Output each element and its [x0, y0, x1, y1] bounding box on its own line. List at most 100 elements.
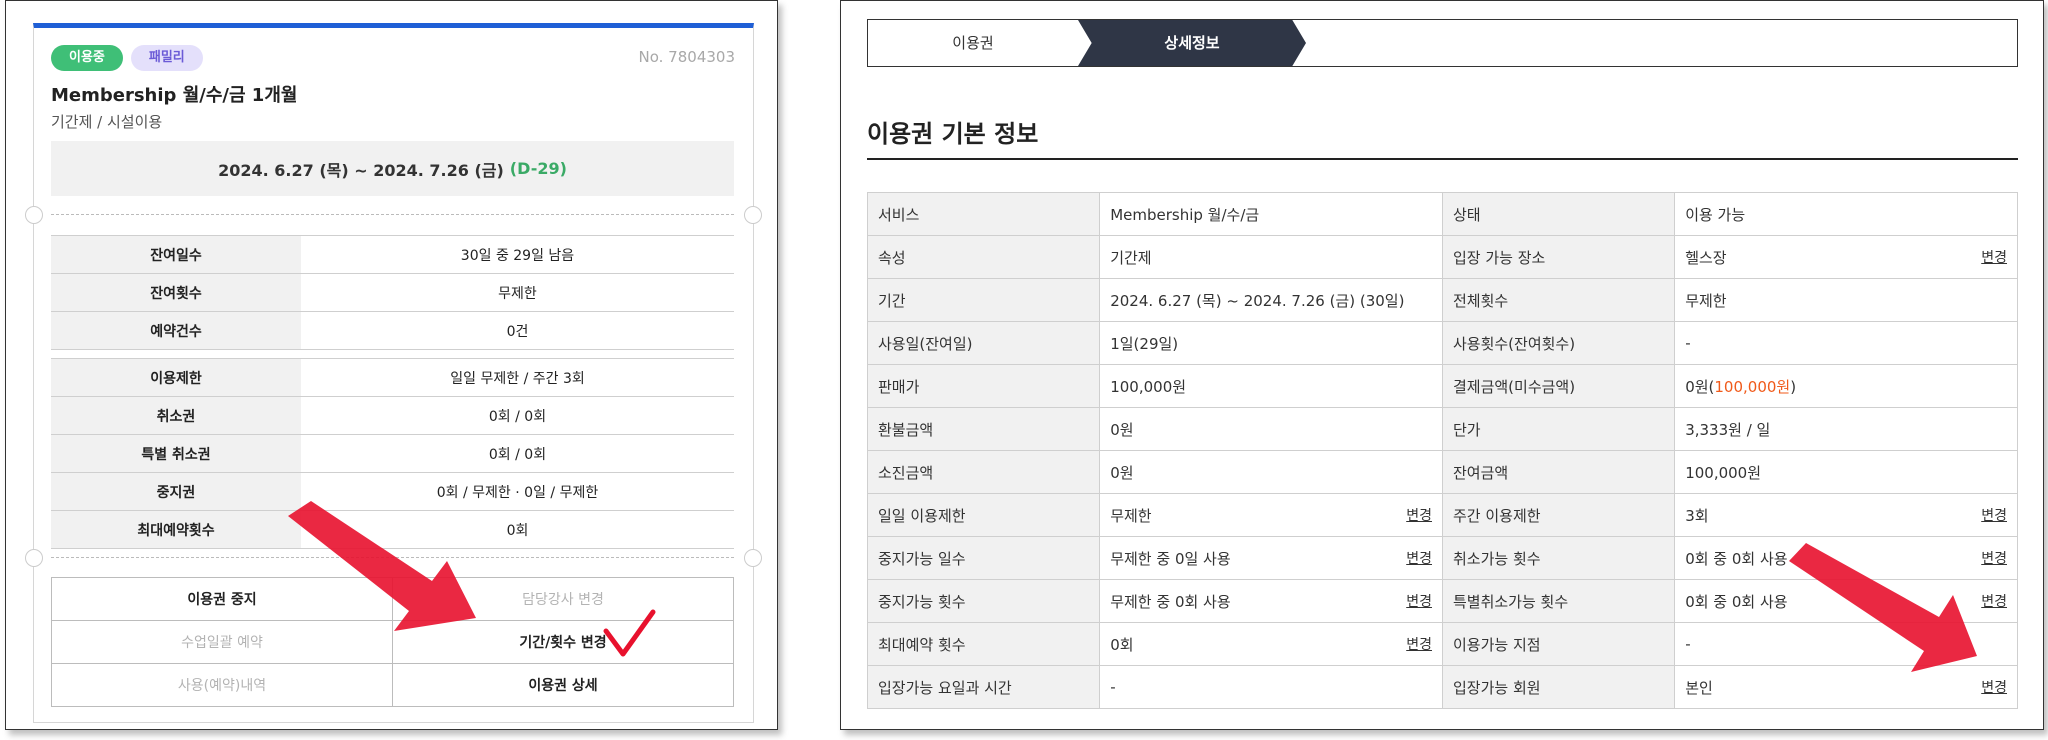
status-value: 이용 가능	[1674, 192, 2018, 236]
row-value: 헬스장	[1685, 248, 1727, 267]
row-label: 판매가	[866, 364, 1101, 408]
row-value: -	[1674, 321, 2018, 365]
row-value: 0회 중 0회 사용	[1685, 592, 1788, 611]
row-value: 0원	[1099, 407, 1443, 451]
row-label: 사용일(잔여일)	[866, 321, 1101, 365]
detail-info-table: 서비스 Membership 월/수/금 상태 이용 가능 속성 기간제 입장 …	[866, 192, 2018, 709]
divider	[51, 214, 734, 215]
unpaid-amount: 100,000원	[1714, 377, 1791, 396]
change-cancel-count-link[interactable]: 변경	[1981, 548, 2007, 568]
tab-bar: 이용권 상세정보	[867, 19, 2018, 67]
row-label: 주간 이용제한	[1441, 493, 1676, 537]
membership-card: 이용중 패밀리 No. 7804303 Membership 월/수/금 1개월…	[25, 23, 762, 723]
row-value: 1일(29일)	[1099, 321, 1443, 365]
tab-membership[interactable]: 이용권	[868, 20, 1078, 66]
table-row: 속성 기간제 입장 가능 장소 헬스장 변경	[866, 235, 2018, 279]
dday-badge: (D-29)	[509, 159, 567, 178]
card-notch	[25, 206, 43, 224]
row-label: 이용제한	[51, 358, 301, 397]
change-daily-limit-link[interactable]: 변경	[1406, 505, 1432, 525]
status-badge-active: 이용중	[51, 45, 123, 71]
row-value-cell: 본인 변경	[1674, 665, 2018, 709]
row-label: 결제금액(미수금액)	[1441, 364, 1676, 408]
change-special-cancel-link[interactable]: 변경	[1981, 591, 2007, 611]
row-value-cell: 헬스장 변경	[1674, 235, 2018, 279]
row-label: 전체횟수	[1441, 278, 1676, 322]
row-label: 속성	[866, 235, 1101, 279]
table-row: 잔여일수 30일 중 29일 남음	[51, 235, 734, 274]
row-value: -	[1099, 665, 1443, 709]
row-label: 특별취소가능 횟수	[1441, 579, 1676, 623]
row-value: 일일 무제한 / 주간 3회	[301, 358, 734, 397]
bulk-reserve-button[interactable]: 수업일괄 예약	[51, 620, 393, 664]
membership-detail-button[interactable]: 이용권 상세	[392, 663, 734, 707]
row-value: 무제한 중 0회 사용	[1110, 592, 1231, 611]
row-label: 취소가능 횟수	[1441, 536, 1676, 580]
title-divider	[867, 158, 2018, 160]
change-entry-member-link[interactable]: 변경	[1981, 677, 2007, 697]
row-value-cell: 무제한 중 0회 사용 변경	[1099, 579, 1443, 623]
row-value: 100,000원	[1674, 450, 2018, 494]
row-value: -	[1674, 622, 2018, 666]
row-value: 무제한	[1110, 506, 1152, 525]
row-label: 환불금액	[866, 407, 1101, 451]
row-value: 0회	[1110, 635, 1134, 654]
table-row: 소진금액 0원 잔여금액 100,000원	[866, 450, 2018, 494]
change-max-reservation-link[interactable]: 변경	[1406, 634, 1432, 654]
row-value: Membership 월/수/금	[1099, 192, 1443, 236]
row-label: 취소권	[51, 396, 301, 435]
row-value: 0회 / 0회	[301, 396, 734, 435]
row-label: 최대예약횟수	[51, 510, 301, 549]
card-notch	[744, 549, 762, 567]
table-row: 취소권 0회 / 0회	[51, 396, 734, 435]
row-label: 중지가능 일수	[866, 536, 1101, 580]
tab-detail-info[interactable]: 상세정보	[1078, 20, 1306, 66]
change-pause-days-link[interactable]: 변경	[1406, 548, 1432, 568]
row-label: 사용횟수(잔여횟수)	[1441, 321, 1676, 365]
change-weekly-limit-link[interactable]: 변경	[1981, 505, 2007, 525]
row-value: 기간제	[1099, 235, 1443, 279]
membership-title: Membership 월/수/금 1개월	[51, 85, 298, 106]
row-value-cell: 0회 중 0회 사용 변경	[1674, 536, 2018, 580]
row-value: 100,000원	[1099, 364, 1443, 408]
membership-detail-panel: 이용권 상세정보 이용권 기본 정보 서비스 Membership 월/수/금 …	[840, 0, 2044, 730]
row-label: 잔여일수	[51, 235, 301, 274]
row-value: 3,333원 / 일	[1674, 407, 2018, 451]
pause-membership-button[interactable]: 이용권 중지	[51, 577, 393, 621]
membership-actions: 이용권 중지 담당강사 변경 수업일괄 예약 기간/횟수 변경 사용(예약)내역…	[51, 577, 734, 707]
row-value: 0회 / 무제한 · 0일 / 무제한	[301, 472, 734, 511]
row-value: 0회 중 0회 사용	[1685, 549, 1788, 568]
table-row: 중지권 0회 / 무제한 · 0일 / 무제한	[51, 472, 734, 511]
card-notch	[744, 206, 762, 224]
card-notch	[25, 549, 43, 567]
period-range: 2024. 6.27 (목) ~ 2024. 7.26 (금)	[218, 160, 504, 180]
row-value-cell: 0회 변경	[1099, 622, 1443, 666]
table-row: 중지가능 횟수 무제한 중 0회 사용 변경 특별취소가능 횟수 0회 중 0회…	[866, 579, 2018, 623]
change-instructor-button[interactable]: 담당강사 변경	[392, 577, 734, 621]
row-label: 최대예약 횟수	[866, 622, 1101, 666]
table-row: 잔여횟수 무제한	[51, 273, 734, 312]
table-row: 최대예약횟수 0회	[51, 510, 734, 549]
row-value: 무제한	[1674, 278, 2018, 322]
row-label: 예약건수	[51, 311, 301, 350]
change-entry-place-link[interactable]: 변경	[1981, 247, 2007, 267]
table-row: 환불금액 0원 단가 3,333원 / 일	[866, 407, 2018, 451]
status-badge-family: 패밀리	[130, 45, 203, 71]
table-row: 특별 취소권 0회 / 0회	[51, 434, 734, 473]
row-label: 소진금액	[866, 450, 1101, 494]
row-value-cell: 0회 중 0회 사용 변경	[1674, 579, 2018, 623]
change-period-count-button[interactable]: 기간/횟수 변경	[392, 620, 734, 664]
divider	[51, 557, 734, 558]
row-value: 본인	[1685, 678, 1713, 697]
table-row: 서비스 Membership 월/수/금 상태 이용 가능	[866, 192, 2018, 236]
row-value: 0회 / 0회	[301, 434, 734, 473]
row-value: 0건	[301, 311, 734, 350]
row-label: 상태	[1441, 192, 1676, 236]
row-value: 0회	[301, 510, 734, 549]
row-label: 단가	[1441, 407, 1676, 451]
usage-history-button[interactable]: 사용(예약)내역	[51, 663, 393, 707]
usage-summary-table: 잔여일수 30일 중 29일 남음 잔여횟수 무제한 예약건수 0건	[51, 235, 734, 350]
row-value: 3회	[1685, 506, 1709, 525]
change-pause-count-link[interactable]: 변경	[1406, 591, 1432, 611]
membership-card-panel: 이용중 패밀리 No. 7804303 Membership 월/수/금 1개월…	[5, 0, 778, 730]
